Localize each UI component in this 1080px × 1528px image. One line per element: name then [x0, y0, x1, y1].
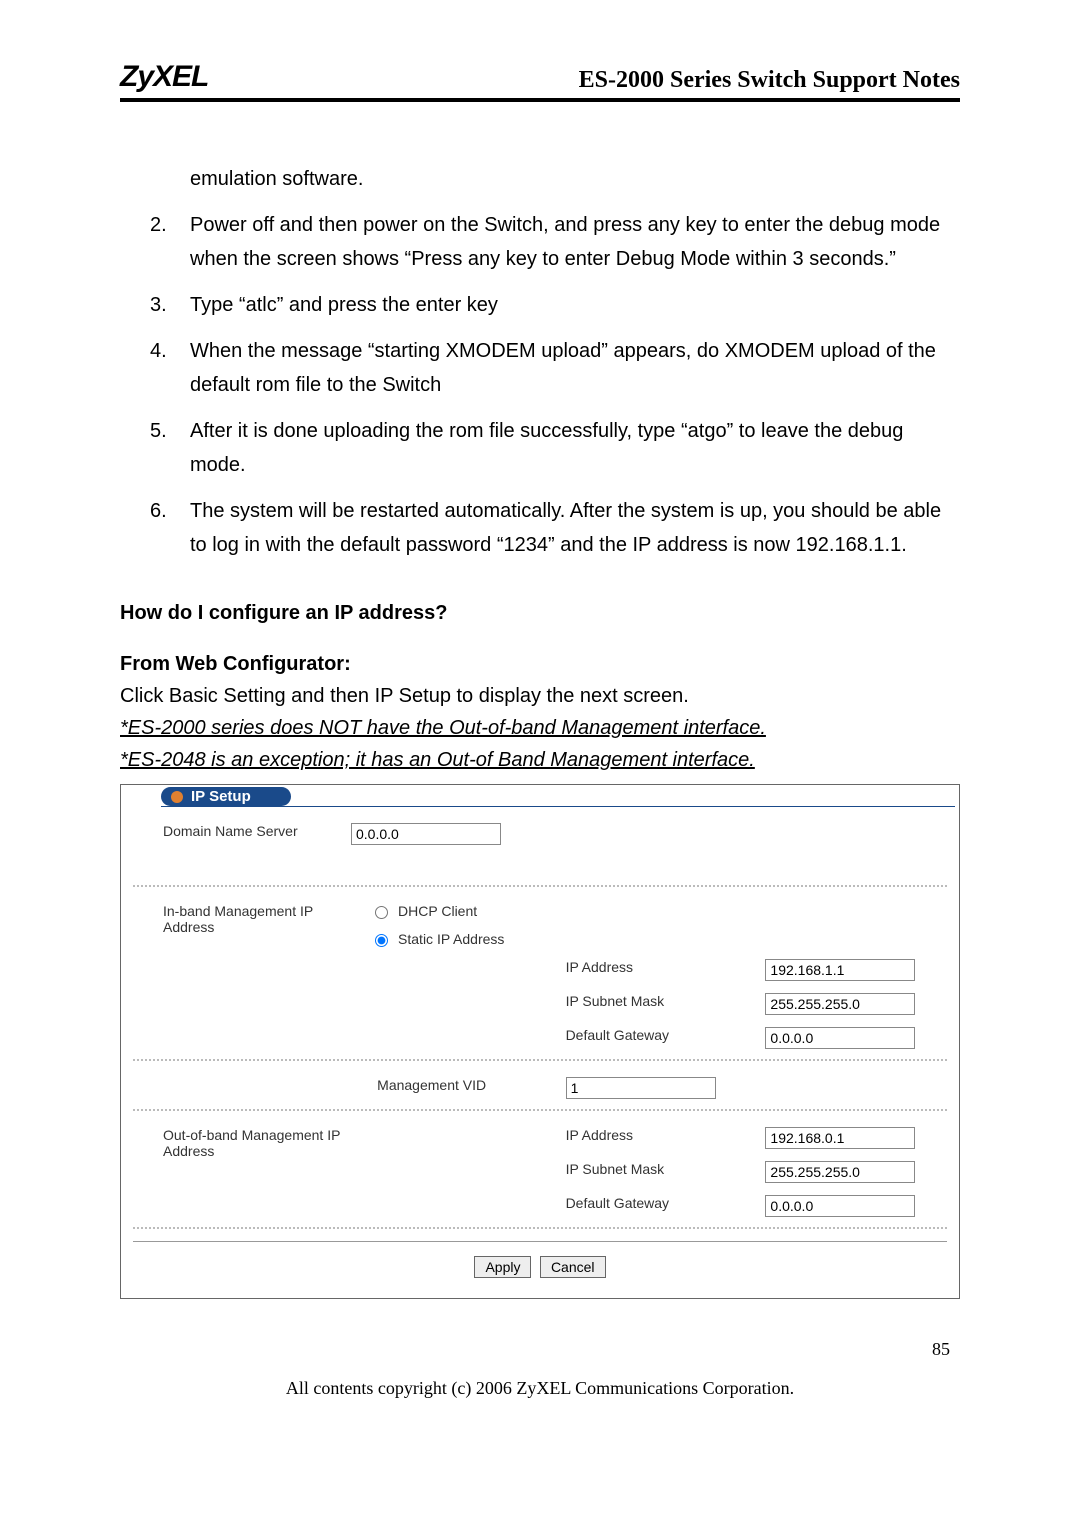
list-text: The system will be restarted automatical… [190, 494, 960, 562]
list-number: 4. [150, 334, 190, 402]
page-header: ZyXEL ES-2000 Series Switch Support Note… [120, 60, 960, 102]
list-text: After it is done uploading the rom file … [190, 414, 960, 482]
dhcp-text: DHCP Client [398, 903, 477, 919]
mgmt-vid-section: Management VID [133, 1071, 947, 1105]
dotted-separator [133, 1059, 947, 1061]
page-number: 85 [120, 1339, 960, 1360]
dns-input[interactable] [351, 823, 501, 845]
footer-copyright: All contents copyright (c) 2006 ZyXEL Co… [120, 1378, 960, 1399]
inband-label: In-band Management IP Address [133, 897, 367, 953]
instruction-text: Click Basic Setting and then IP Setup to… [120, 680, 960, 712]
note-text: *ES-2000 series does NOT have the Out-of… [120, 712, 960, 744]
sub-heading: From Web Configurator: [120, 653, 960, 676]
list-text: Power off and then power on the Switch, … [190, 208, 960, 276]
inband-gw-input[interactable] [765, 1027, 915, 1049]
panel-title-badge: IP Setup [161, 787, 291, 806]
apply-button[interactable]: Apply [474, 1256, 531, 1278]
inband-section: In-band Management IP Address DHCP Clien… [133, 897, 947, 1055]
list-number: 2. [150, 208, 190, 276]
outband-label: Out-of-band Management IP Address [133, 1121, 367, 1223]
solid-separator [133, 1241, 947, 1242]
gateway-label: Default Gateway [546, 1021, 758, 1055]
doc-title: ES-2000 Series Switch Support Notes [579, 67, 960, 94]
ip-setup-panel: IP Setup Domain Name Server In-band Mana… [120, 784, 960, 1299]
static-radio[interactable] [375, 934, 388, 947]
list-item: 2. Power off and then power on the Switc… [150, 208, 960, 276]
brand-logo: ZyXEL [120, 60, 208, 94]
ip-address-label: IP Address [546, 1121, 758, 1155]
section-heading: How do I configure an IP address? [120, 602, 960, 625]
list-item: 3. Type “atlc” and press the enter key [150, 288, 960, 322]
dns-label: Domain Name Server [133, 817, 343, 851]
list-text: Type “atlc” and press the enter key [190, 288, 960, 322]
note-text: *ES-2048 is an exception; it has an Out-… [120, 744, 960, 776]
outband-gw-input[interactable] [765, 1195, 915, 1217]
list-number: 5. [150, 414, 190, 482]
outband-ip-input[interactable] [765, 1127, 915, 1149]
gateway-label: Default Gateway [546, 1189, 758, 1223]
inband-mask-input[interactable] [765, 993, 915, 1015]
dotted-separator [133, 1109, 947, 1111]
document-page: ZyXEL ES-2000 Series Switch Support Note… [0, 0, 1080, 1439]
static-radio-label[interactable]: Static IP Address [375, 931, 504, 947]
dns-section: Domain Name Server [133, 817, 947, 851]
button-row: Apply Cancel [121, 1256, 959, 1278]
dhcp-radio[interactable] [375, 906, 388, 919]
continuation-text: emulation software. [120, 162, 960, 196]
dotted-separator [133, 885, 947, 887]
panel-divider [161, 806, 955, 807]
dotted-separator [133, 1227, 947, 1229]
list-item: 6. The system will be restarted automati… [150, 494, 960, 562]
mgmt-vid-label: Management VID [367, 1071, 545, 1105]
mgmt-vid-input[interactable] [566, 1077, 716, 1099]
list-item: 5. After it is done uploading the rom fi… [150, 414, 960, 482]
dhcp-radio-label[interactable]: DHCP Client [375, 903, 477, 919]
outband-mask-input[interactable] [765, 1161, 915, 1183]
panel-header: IP Setup [121, 785, 959, 806]
list-number: 6. [150, 494, 190, 562]
static-text: Static IP Address [398, 931, 504, 947]
subnet-label: IP Subnet Mask [546, 987, 758, 1021]
instruction-list: 2. Power off and then power on the Switc… [120, 208, 960, 562]
list-item: 4. When the message “starting XMODEM upl… [150, 334, 960, 402]
list-text: When the message “starting XMODEM upload… [190, 334, 960, 402]
cancel-button[interactable]: Cancel [540, 1256, 606, 1278]
subnet-label: IP Subnet Mask [546, 1155, 758, 1189]
outband-section: Out-of-band Management IP Address IP Add… [133, 1121, 947, 1223]
list-number: 3. [150, 288, 190, 322]
ip-address-label: IP Address [546, 953, 758, 987]
inband-ip-input[interactable] [765, 959, 915, 981]
